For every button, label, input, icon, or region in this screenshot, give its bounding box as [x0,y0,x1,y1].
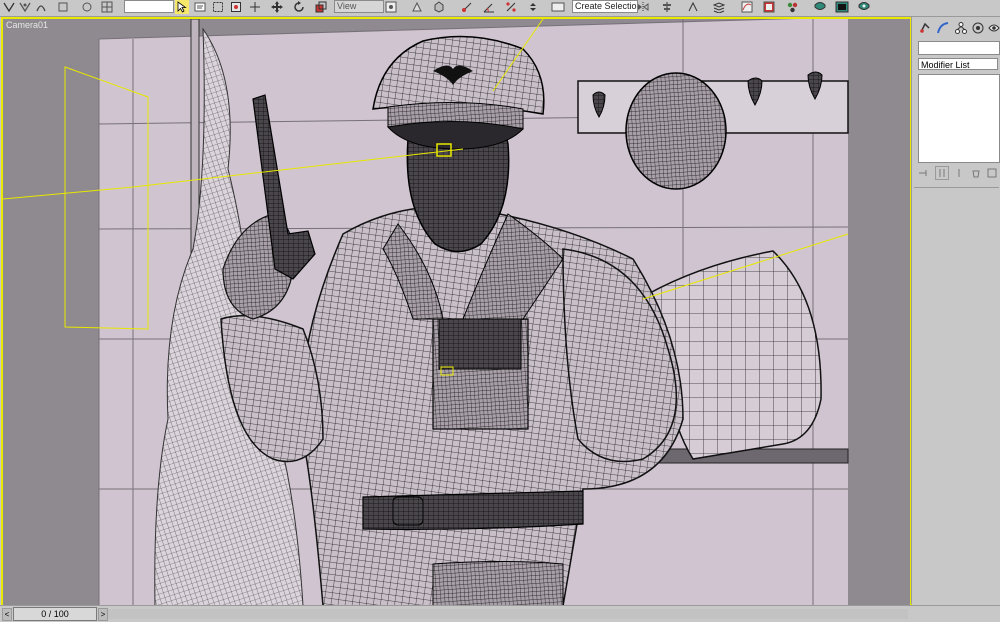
select-by-name-icon[interactable] [193,0,207,14]
selection-filter-dropdown[interactable] [124,0,174,13]
manipulate-icon[interactable] [410,0,424,14]
modifier-list-dropdown[interactable]: Modifier List [918,58,998,70]
edit-named-selection-icon[interactable] [550,0,566,14]
normal-align-icon[interactable] [686,0,700,14]
create-icon[interactable] [917,20,933,36]
reference-coordinate-dropdown[interactable]: View [334,0,384,13]
select-region-icon[interactable] [211,0,225,14]
angle-snap-icon[interactable] [482,0,496,14]
belt-buckle [392,496,424,526]
named-selection-set-dropdown[interactable]: Create Selection Set [572,0,638,13]
time-slider-bar: < 0 / 100 > [0,605,1000,622]
rotate-icon[interactable] [292,0,306,14]
unlink-selection-icon[interactable] [56,0,70,14]
object-name-field[interactable] [918,41,1000,55]
select-and-link-icon[interactable] [248,0,262,14]
snap-icon[interactable] [460,0,474,14]
select-link-icon[interactable] [2,0,16,14]
helmet-mesh [625,72,727,190]
remove-modifier-icon[interactable] [970,167,982,179]
stack-tools [918,165,998,181]
bind-space-warp-icon[interactable] [34,0,48,14]
pivot-icon[interactable] [384,0,398,14]
modify-icon[interactable] [935,20,951,36]
schematic-view-icon[interactable] [762,0,776,14]
make-unique-icon[interactable] [954,167,966,179]
unlink-icon[interactable] [18,0,32,14]
select-object-icon[interactable] [175,0,189,14]
render-setup-icon[interactable] [812,0,828,14]
timeline-track[interactable] [108,609,908,619]
scale-icon[interactable] [314,0,328,14]
pin-stack-icon[interactable] [918,167,930,179]
pocket-mesh [432,561,564,606]
percent-snap-icon[interactable] [504,0,518,14]
panel-divider [914,187,999,188]
medal-bar [438,318,522,370]
material-editor-icon[interactable] [786,0,800,14]
motion-icon[interactable] [970,20,986,36]
mirror-icon[interactable] [636,0,650,14]
layer-manager-icon[interactable] [712,0,726,14]
prev-frame-button[interactable]: < [2,608,12,621]
configure-modifier-sets-icon[interactable] [987,167,999,179]
modifier-stack[interactable] [918,74,1000,163]
command-panel: Modifier List [911,17,1000,604]
rendered-frame-window-icon[interactable] [834,0,850,14]
grow-icon[interactable] [80,0,94,14]
quick-render-icon[interactable] [856,0,872,14]
display-icon[interactable] [986,20,1000,36]
wireframe-scene[interactable] [3,19,910,606]
align-icon[interactable] [660,0,674,14]
move-icon[interactable] [270,0,284,14]
viewport-label[interactable]: Camera01 [6,20,48,30]
next-frame-button[interactable]: > [98,608,108,621]
curve-editor-icon[interactable] [740,0,754,14]
main-toolbar: View Create Selection Set [0,0,1000,17]
camera-viewport[interactable]: Camera01 [1,17,912,608]
show-end-result-icon[interactable] [935,166,949,180]
keyboard-shortcut-override-icon[interactable] [432,0,446,14]
time-slider[interactable]: 0 / 100 [13,607,97,621]
hierarchy-icon[interactable] [953,20,969,36]
spinner-snap-icon[interactable] [526,0,540,14]
grid-icon[interactable] [100,0,114,14]
window-crossing-icon[interactable] [229,0,243,14]
